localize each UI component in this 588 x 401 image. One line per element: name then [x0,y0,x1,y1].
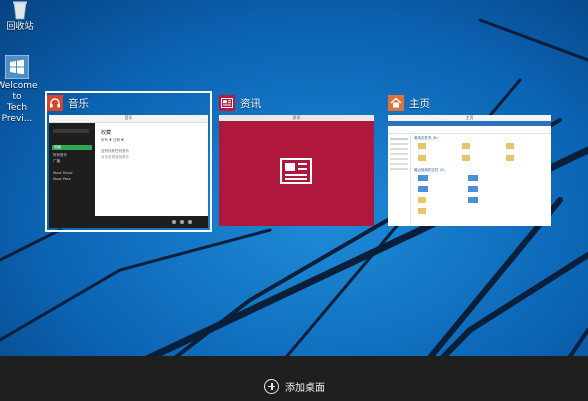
desktop-icon-recycle-bin[interactable]: 回收站 [0,0,46,33]
desktop-icon-label-line1: Welcome to [0,81,38,102]
task-view-window-news[interactable]: 资讯 资讯 [219,93,374,226]
preview-window-title: 主页 [465,115,474,120]
window-thumb-header: 资讯 [219,93,374,113]
folder-icon [418,197,426,203]
folder-icon [462,155,470,161]
folder-icon [506,143,514,149]
music-heading: 收藏 [101,130,112,136]
add-desktop-label: 添加桌面 [285,382,325,394]
add-circle-icon [264,378,279,394]
windows-logo-icon [5,55,29,79]
headphones-icon [47,95,63,111]
explorer-group-recent: 最近使用的文件 (5) [414,168,445,172]
add-desktop-button[interactable]: 添加桌面 [264,377,325,395]
newspaper-icon [219,95,235,111]
window-thumb-header: 音乐 [47,93,210,113]
music-sidebar-item: Xbox Music [53,171,73,175]
music-window-preview: 音乐 收藏 所有音乐 广播 Xbox Music Xbox Pass 收藏 所有… [49,115,208,228]
explorer-address-bar [388,126,551,134]
explorer-window-preview: 主页 常用文件夹 (6) 最近使用的文件 (5) [388,115,551,226]
desktop: 回收站 Welcome to Tech Previ... 音乐 音乐 收藏 所有… [0,0,588,401]
music-playbar [95,216,208,228]
explorer-nav-pane [388,135,411,226]
window-thumb-title: 主页 [409,97,430,110]
music-info-line: 没有找到任何音乐 [101,149,129,153]
file-icon [418,175,428,181]
music-sidebar-item: 所有音乐 [53,153,67,157]
window-thumb-header: 主页 [388,93,551,113]
recycle-bin-icon [13,1,27,20]
preview-titlebar: 音乐 [49,115,208,123]
desktop-icon-label-line2: Tech Previ... [1,103,33,124]
music-sidebar-item: 广播 [53,159,60,163]
desktop-icon-label: 回收站 [6,22,34,32]
preview-window-title: 资讯 [292,115,301,120]
preview-window-title: 音乐 [124,115,133,120]
folder-icon [418,143,426,149]
file-icon [468,186,478,192]
task-view-window-home[interactable]: 主页 主页 常用文件夹 (6) 最近使用的文件 (5) [388,93,551,226]
explorer-group-frequent: 常用文件夹 (6) [414,136,438,140]
file-icon [468,175,478,181]
music-sidebar-item-active: 收藏 [52,145,92,150]
news-splash-icon [280,158,312,184]
preview-titlebar: 资讯 [219,115,374,121]
window-thumb-title: 资讯 [240,97,261,110]
desktop-icon-welcome[interactable]: Welcome to Tech Previ... [0,55,43,125]
folder-icon [418,208,426,214]
file-icon [418,186,428,192]
folder-icon [418,155,426,161]
music-info-line: 点击右侧添加音乐 [101,155,129,159]
news-window-preview: 资讯 [219,115,374,226]
folder-icon [506,155,514,161]
music-sidebar: 收藏 所有音乐 广播 Xbox Music Xbox Pass [49,123,95,228]
task-view-bar: 添加桌面 [0,356,588,401]
music-sidebar-item: Xbox Pass [53,177,71,181]
home-icon [388,95,404,111]
music-filter-line: 所有 ▼ 日期 ▼ [101,138,124,142]
window-thumb-title: 音乐 [68,97,89,110]
folder-icon [462,143,470,149]
file-icon [468,197,478,203]
task-view-window-music[interactable]: 音乐 音乐 收藏 所有音乐 广播 Xbox Music Xbox Pass 收藏… [45,91,212,232]
